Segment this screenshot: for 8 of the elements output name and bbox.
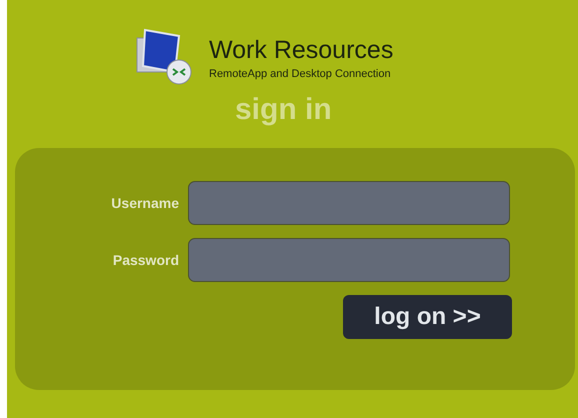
input-field[interactable] xyxy=(188,181,510,225)
sign-in-heading: sign in xyxy=(235,92,332,128)
input-field[interactable] xyxy=(188,238,510,282)
app-subtitle: RemoteApp and Desktop Connection xyxy=(209,67,392,82)
log-on-button[interactable]: log on >> xyxy=(343,295,512,339)
field-label: Password xyxy=(112,250,180,270)
field-label: Username xyxy=(110,194,180,212)
app-title: Work Resources xyxy=(209,36,394,64)
